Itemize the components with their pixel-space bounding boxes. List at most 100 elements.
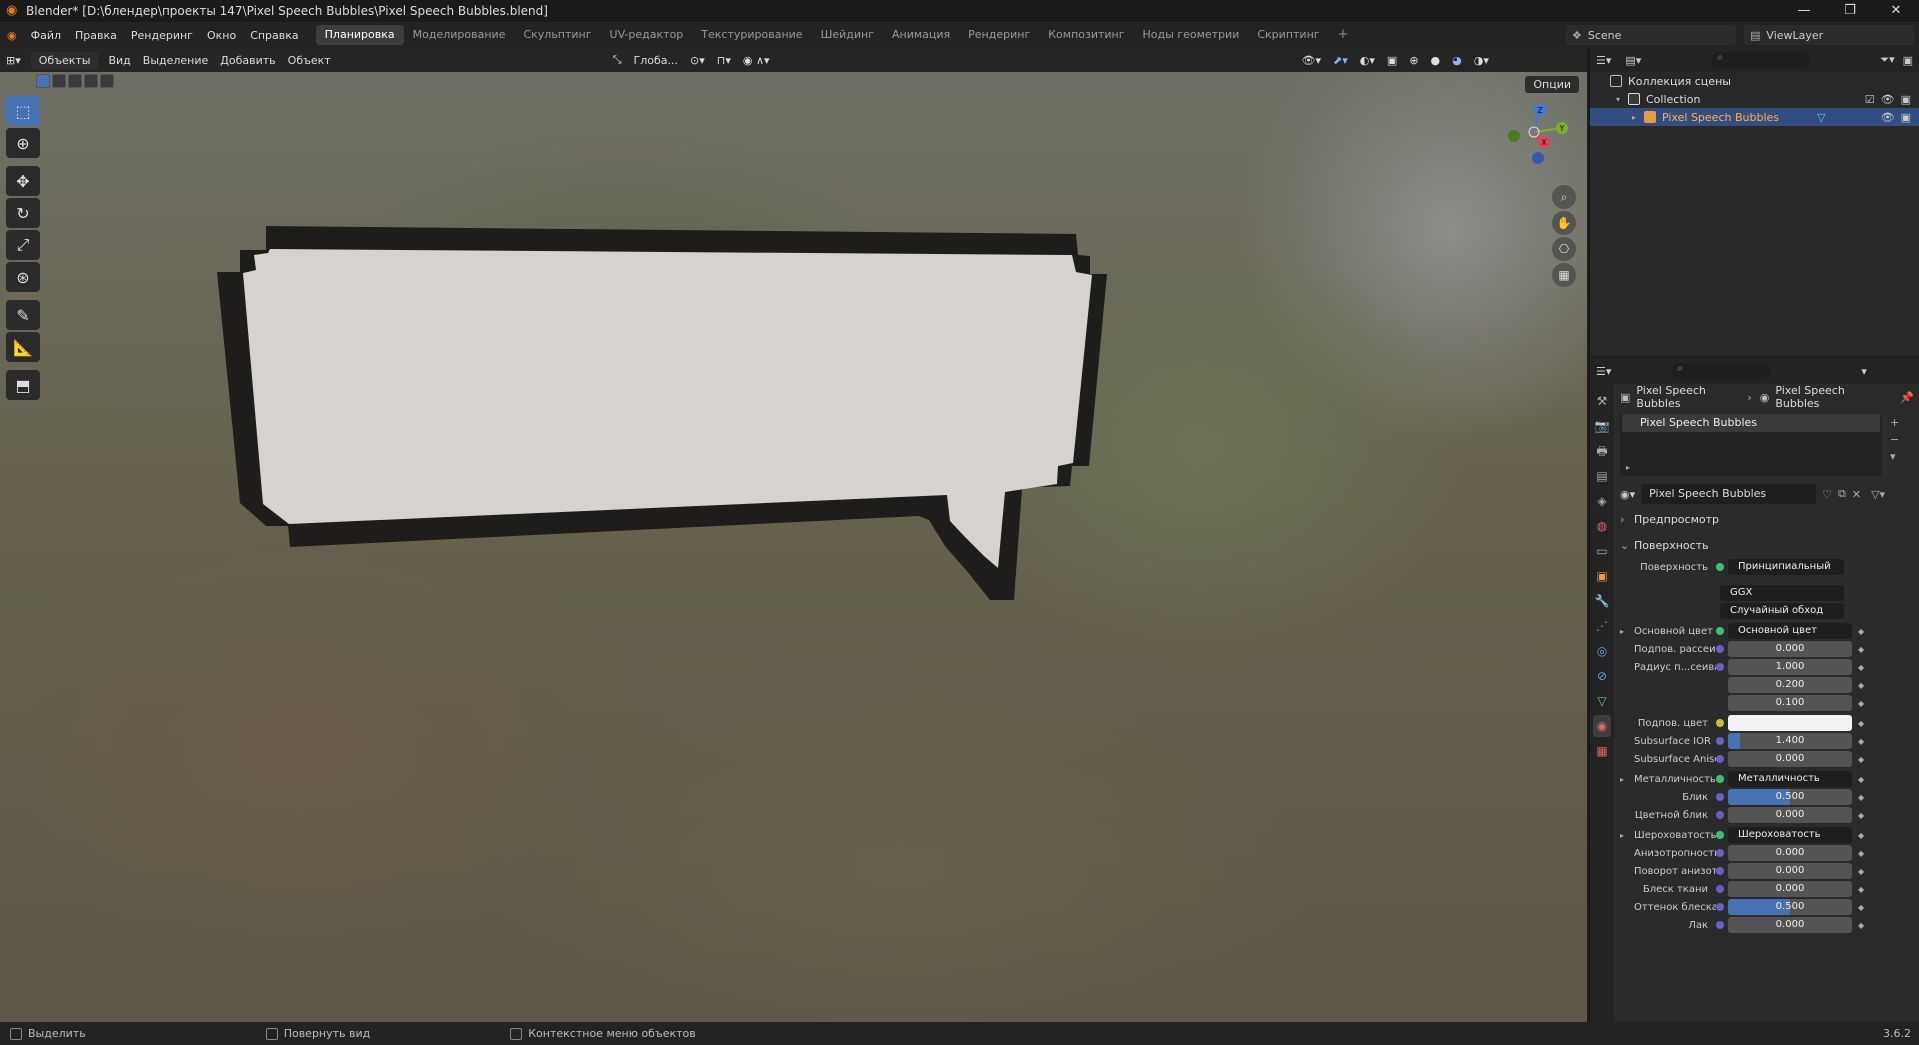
add-cube-tool-icon[interactable]: ⬒: [6, 370, 40, 400]
fake-user-icon[interactable]: ♡: [1822, 488, 1832, 501]
input-socket-icon[interactable]: [1716, 719, 1724, 727]
keyframe-icon[interactable]: ◆: [1858, 793, 1868, 802]
properties-options-icon[interactable]: ▾: [1861, 365, 1867, 378]
move-tool-icon[interactable]: ✥: [6, 166, 40, 196]
value-field[interactable]: 1.000: [1728, 659, 1852, 675]
menu-window[interactable]: Окно: [200, 29, 243, 42]
keyframe-icon[interactable]: ◆: [1858, 849, 1868, 858]
keyframe-icon[interactable]: ◆: [1858, 663, 1868, 672]
close-button[interactable]: ✕: [1873, 0, 1919, 22]
tab-uv-editing[interactable]: UV-редактор: [601, 25, 693, 45]
snap-icon[interactable]: ⊓▾: [711, 54, 737, 67]
speech-bubble-object[interactable]: [0, 48, 1587, 1022]
minimize-button[interactable]: —: [1781, 0, 1827, 22]
object-menu[interactable]: Объект: [282, 54, 337, 67]
constraints-tab-icon[interactable]: ⊘: [1593, 665, 1611, 687]
blender-menu-icon[interactable]: ◉: [0, 29, 24, 42]
menu-render[interactable]: Рендеринг: [124, 29, 200, 42]
mode-dropdown[interactable]: Объекты: [30, 51, 99, 69]
output-tab-icon[interactable]: 🖶: [1593, 440, 1611, 462]
slot-menu-icon[interactable]: ▾: [1890, 450, 1899, 463]
value-field[interactable]: 0.100: [1728, 695, 1852, 711]
input-socket-icon[interactable]: [1716, 831, 1724, 839]
object-expand-icon[interactable]: ▸: [1632, 113, 1644, 122]
collection-expand-icon[interactable]: ▾: [1616, 95, 1628, 104]
value-field[interactable]: 0.000: [1728, 807, 1852, 823]
zoom-icon[interactable]: ⌕: [1552, 185, 1576, 209]
scene-tab-icon[interactable]: ◈: [1593, 490, 1611, 512]
remove-slot-icon[interactable]: −: [1890, 433, 1899, 446]
value-field[interactable]: 0.500: [1728, 789, 1852, 805]
material-browse-icon[interactable]: ◉▾: [1620, 488, 1635, 501]
proportional-edit-icon[interactable]: ◉ ∧▾: [737, 54, 776, 67]
input-socket-icon[interactable]: [1716, 627, 1724, 635]
collection-tab-icon[interactable]: ▭: [1593, 540, 1611, 562]
value-field[interactable]: 0.200: [1728, 677, 1852, 693]
input-socket-icon[interactable]: [1716, 663, 1724, 671]
collection-checkbox-icon[interactable]: ☑: [1865, 93, 1875, 106]
select-invert-icon[interactable]: [84, 74, 98, 88]
keyframe-icon[interactable]: ◆: [1858, 737, 1868, 746]
outliner-row-object[interactable]: ▸ Pixel Speech Bubbles ▽ 👁 ▣: [1590, 108, 1919, 126]
value-field[interactable]: 0.000: [1728, 751, 1852, 767]
keyframe-icon[interactable]: ◆: [1858, 681, 1868, 690]
value-field[interactable]: 0.000: [1728, 845, 1852, 861]
transform-orientation-dropdown[interactable]: Глоба...: [628, 54, 684, 67]
pin-icon[interactable]: 📌: [1900, 391, 1914, 404]
tab-compositing[interactable]: Композитинг: [1039, 25, 1133, 45]
modifier-tab-icon[interactable]: 🔧: [1593, 590, 1611, 612]
new-collection-icon[interactable]: ▣: [1903, 54, 1913, 67]
shading-wireframe-icon[interactable]: ⊕: [1403, 54, 1424, 67]
input-socket-icon[interactable]: [1716, 793, 1724, 801]
properties-search-input[interactable]: ⌕: [1671, 363, 1772, 379]
add-slot-icon[interactable]: +: [1890, 416, 1899, 429]
outliner-row-scene-collection[interactable]: Коллекция сцены: [1590, 72, 1919, 90]
editor-type-icon[interactable]: ⊞▾: [0, 54, 27, 67]
linked-input-field[interactable]: Основной цвет: [1728, 623, 1852, 639]
scale-tool-icon[interactable]: ⤢: [6, 230, 40, 260]
outliner-editor-icon[interactable]: ☰▾: [1596, 54, 1611, 67]
section-preview[interactable]: › Предпросмотр: [1620, 508, 1914, 530]
keyframe-icon[interactable]: ◆: [1858, 811, 1868, 820]
surface-shader-field[interactable]: Принципиальный BSDF: [1728, 559, 1844, 575]
gizmo-toggle-icon[interactable]: ⬈▾: [1327, 54, 1354, 67]
menu-edit[interactable]: Правка: [68, 29, 124, 42]
gizmo-neg-z-icon[interactable]: [1532, 152, 1544, 164]
select-intersect-icon[interactable]: [100, 74, 114, 88]
maximize-button[interactable]: ❐: [1827, 0, 1873, 22]
object-visibility-icon[interactable]: 👁: [1881, 111, 1895, 124]
outliner-search-input[interactable]: ⌕: [1711, 52, 1811, 68]
keyframe-icon[interactable]: ◆: [1858, 699, 1868, 708]
shading-rendered-icon[interactable]: ◑▾: [1468, 54, 1495, 67]
collection-visibility-icon[interactable]: 👁: [1881, 93, 1895, 106]
annotate-tool-icon[interactable]: ✎: [6, 300, 40, 330]
input-socket-icon[interactable]: [1716, 867, 1724, 875]
input-socket-icon[interactable]: [1716, 885, 1724, 893]
value-field[interactable]: 1.400: [1728, 733, 1852, 749]
keyframe-icon[interactable]: ◆: [1858, 885, 1868, 894]
value-field[interactable]: 0.500: [1728, 899, 1852, 915]
keyframe-icon[interactable]: ◆: [1858, 719, 1868, 728]
outliner-row-collection[interactable]: ▾ Collection ☑ 👁 ▣: [1590, 90, 1919, 108]
gizmo-neg-y-icon[interactable]: [1508, 130, 1520, 142]
input-socket-icon[interactable]: [1716, 903, 1724, 911]
view-menu[interactable]: Вид: [102, 54, 136, 67]
mesh-data-icon[interactable]: ▽: [1817, 111, 1825, 124]
texture-tab-icon[interactable]: ▦: [1593, 740, 1611, 762]
keyframe-icon[interactable]: ◆: [1858, 867, 1868, 876]
keyframe-icon[interactable]: ◆: [1858, 831, 1868, 840]
keyframe-icon[interactable]: ◆: [1858, 921, 1868, 930]
keyframe-icon[interactable]: ◆: [1858, 627, 1868, 636]
pivot-icon[interactable]: ⊙▾: [684, 54, 711, 67]
link-type-icon[interactable]: ▽▾: [1871, 488, 1885, 501]
tab-scripting[interactable]: Скриптинг: [1248, 25, 1328, 45]
pan-hand-icon[interactable]: ✋: [1552, 211, 1576, 235]
xray-icon[interactable]: ▣: [1381, 54, 1403, 67]
duplicate-material-icon[interactable]: ⧉: [1838, 487, 1846, 501]
keyframe-icon[interactable]: ◆: [1858, 775, 1868, 784]
menu-help[interactable]: Справка: [243, 29, 305, 42]
rotate-tool-icon[interactable]: ↻: [6, 198, 40, 228]
navigation-gizmo[interactable]: Z Y X: [1498, 98, 1570, 178]
scene-selector[interactable]: ❖ Scene: [1566, 25, 1736, 45]
section-surface[interactable]: ⌄ Поверхность: [1620, 534, 1914, 556]
